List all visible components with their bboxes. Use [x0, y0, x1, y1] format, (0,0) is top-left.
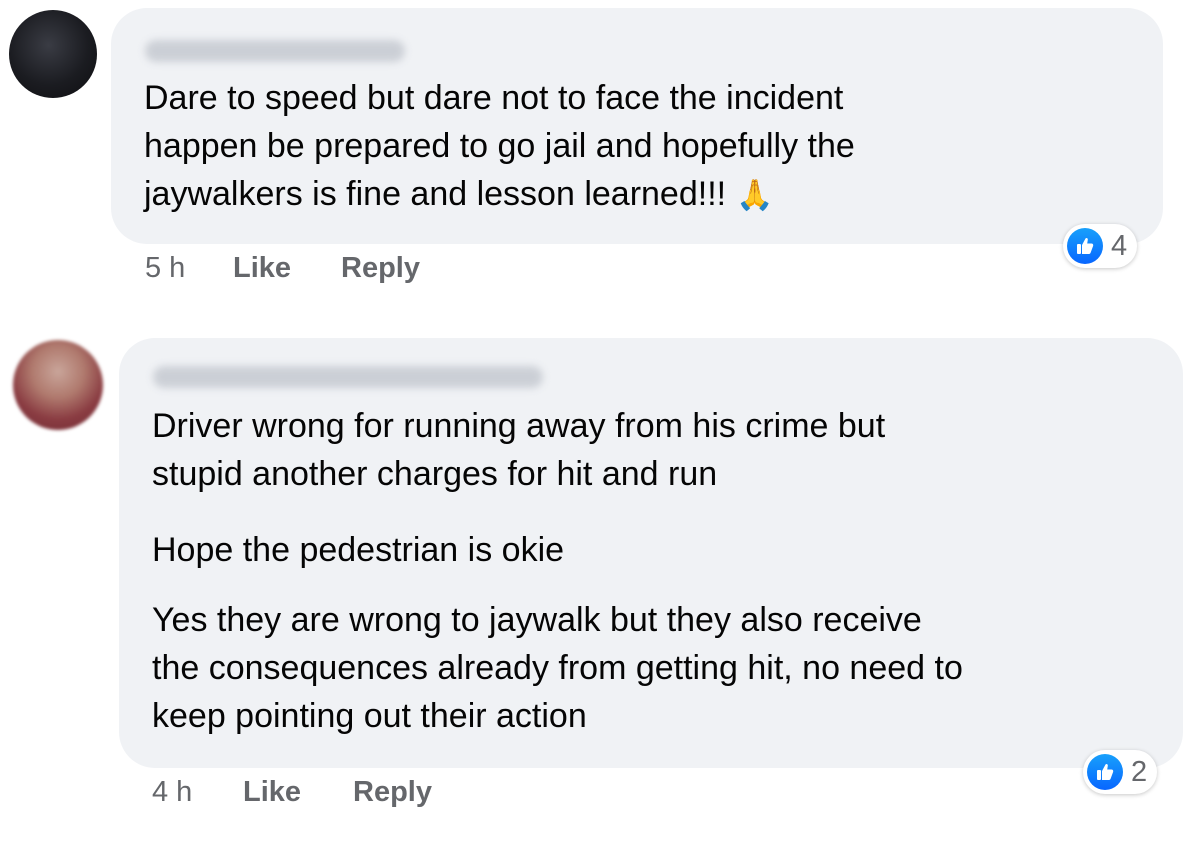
comment-paragraph: Yes they are wrong to jaywalk but they a… — [152, 601, 963, 735]
comment-bubble: Driver wrong for running away from his c… — [119, 338, 1183, 768]
comment-bubble: Dare to speed but dare not to face the i… — [111, 8, 1163, 244]
avatar[interactable] — [9, 10, 97, 98]
comment-author[interactable] — [145, 40, 405, 62]
reaction-count: 4 — [1111, 229, 1128, 262]
comment-paragraph: Driver wrong for running away from his c… — [152, 407, 886, 493]
thumbs-up-icon — [1067, 228, 1103, 264]
comment-author[interactable] — [153, 366, 543, 388]
like-button[interactable]: Like — [243, 772, 301, 812]
like-button[interactable]: Like — [233, 248, 291, 288]
comment-timestamp[interactable]: 5 h — [145, 248, 185, 288]
comment-actions: 5 h Like Reply — [0, 248, 600, 288]
avatar[interactable] — [13, 340, 103, 430]
reaction-count: 2 — [1131, 755, 1148, 788]
reaction-badge[interactable]: 2 — [1083, 750, 1158, 794]
comment-text: Dare to speed but dare not to face the i… — [144, 74, 1144, 220]
folded-hands-emoji: 🙏 — [736, 179, 774, 212]
thumbs-up-icon — [1087, 754, 1123, 790]
reply-button[interactable]: Reply — [353, 772, 432, 812]
reply-button[interactable]: Reply — [341, 248, 420, 288]
reaction-badge[interactable]: 4 — [1063, 224, 1138, 268]
comment-timestamp[interactable]: 4 h — [152, 772, 192, 812]
comment-actions: 4 h Like Reply — [0, 772, 600, 812]
comment-paragraph: Hope the pedestrian is okie — [152, 531, 565, 569]
